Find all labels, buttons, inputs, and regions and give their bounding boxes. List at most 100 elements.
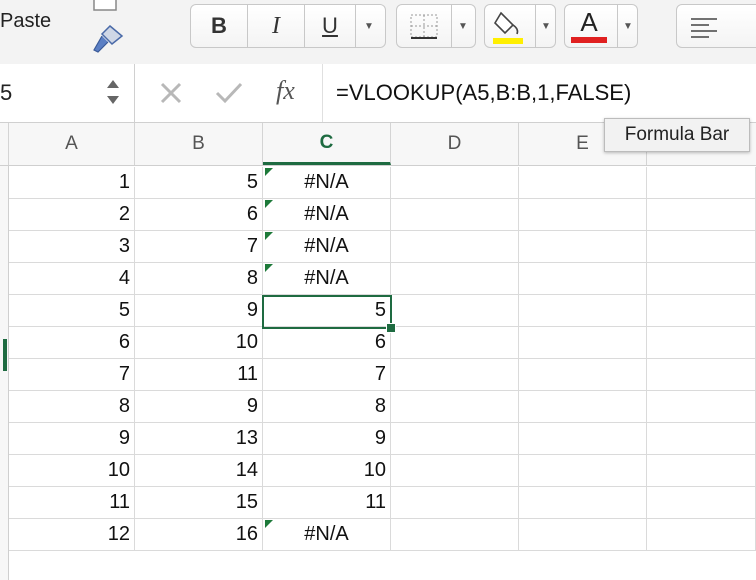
cell-d12[interactable] — [391, 519, 519, 551]
cancel-icon[interactable] — [158, 80, 184, 106]
cell-b2[interactable]: 6 — [135, 199, 263, 231]
cell-d10[interactable] — [391, 455, 519, 487]
cell-c5[interactable]: 5 — [263, 295, 391, 327]
cell-e11[interactable] — [519, 487, 647, 519]
cell-e3[interactable] — [519, 231, 647, 263]
cell-e5[interactable] — [519, 295, 647, 327]
cell-b11[interactable]: 15 — [135, 487, 263, 519]
error-indicator-icon[interactable] — [265, 200, 273, 208]
cell-a4[interactable]: 4 — [9, 263, 135, 295]
cell-a1[interactable]: 1 — [9, 167, 135, 199]
cell-f1[interactable] — [647, 167, 756, 199]
cell-e10[interactable] — [519, 455, 647, 487]
cell-a2[interactable]: 2 — [9, 199, 135, 231]
fill-color-dropdown-icon[interactable]: ▼ — [536, 5, 556, 47]
cell-d7[interactable] — [391, 359, 519, 391]
error-indicator-icon[interactable] — [265, 264, 273, 272]
cell-a6[interactable]: 6 — [9, 327, 135, 359]
clipboard-icon[interactable] — [92, 0, 126, 14]
cell-a3[interactable]: 3 — [9, 231, 135, 263]
cell-f10[interactable] — [647, 455, 756, 487]
cell-e8[interactable] — [519, 391, 647, 423]
cell-f8[interactable] — [647, 391, 756, 423]
cell-f3[interactable] — [647, 231, 756, 263]
error-indicator-icon[interactable] — [265, 232, 273, 240]
cell-d5[interactable] — [391, 295, 519, 327]
cell-f9[interactable] — [647, 423, 756, 455]
align-left-icon[interactable] — [689, 15, 719, 39]
cell-a5[interactable]: 5 — [9, 295, 135, 327]
cell-a10[interactable]: 10 — [9, 455, 135, 487]
font-color-dropdown-icon[interactable]: ▼ — [618, 5, 638, 47]
column-header-a[interactable]: A — [9, 123, 135, 165]
row-header-strip[interactable] — [0, 166, 9, 580]
font-color-button[interactable]: A — [569, 5, 609, 47]
error-indicator-icon[interactable] — [265, 520, 273, 528]
cell-a9[interactable]: 9 — [9, 423, 135, 455]
paste-button[interactable]: Paste — [0, 10, 51, 33]
cell-e6[interactable] — [519, 327, 647, 359]
cell-e7[interactable] — [519, 359, 647, 391]
cell-b5[interactable]: 9 — [135, 295, 263, 327]
cell-e12[interactable] — [519, 519, 647, 551]
cell-c12[interactable]: #N/A — [263, 519, 391, 551]
cell-a11[interactable]: 11 — [9, 487, 135, 519]
cell-f7[interactable] — [647, 359, 756, 391]
cell-c3[interactable]: #N/A — [263, 231, 391, 263]
cell-f11[interactable] — [647, 487, 756, 519]
cell-d3[interactable] — [391, 231, 519, 263]
cell-b7[interactable]: 11 — [135, 359, 263, 391]
name-box[interactable]: 5 — [0, 64, 135, 122]
cell-d2[interactable] — [391, 199, 519, 231]
cell-c1[interactable]: #N/A — [263, 167, 391, 199]
cell-d8[interactable] — [391, 391, 519, 423]
enter-check-icon[interactable] — [214, 80, 244, 106]
cell-b3[interactable]: 7 — [135, 231, 263, 263]
cell-e2[interactable] — [519, 199, 647, 231]
cell-c4[interactable]: #N/A — [263, 263, 391, 295]
cell-c9[interactable]: 9 — [263, 423, 391, 455]
cell-f2[interactable] — [647, 199, 756, 231]
fill-bucket-icon[interactable] — [491, 7, 525, 45]
cell-a12[interactable]: 12 — [9, 519, 135, 551]
cell-a8[interactable]: 8 — [9, 391, 135, 423]
cell-e4[interactable] — [519, 263, 647, 295]
borders-dropdown-icon[interactable]: ▼ — [453, 5, 473, 47]
cell-b9[interactable]: 13 — [135, 423, 263, 455]
row-header-corner[interactable] — [0, 123, 9, 165]
borders-icon[interactable] — [409, 13, 439, 41]
cell-b12[interactable]: 16 — [135, 519, 263, 551]
cell-b4[interactable]: 8 — [135, 263, 263, 295]
format-painter-icon[interactable] — [90, 24, 126, 54]
cell-f4[interactable] — [647, 263, 756, 295]
cell-f5[interactable] — [647, 295, 756, 327]
italic-button[interactable]: I — [248, 5, 304, 47]
formula-input[interactable]: =VLOOKUP(A5,B:B,1,FALSE) — [336, 80, 631, 106]
column-header-c[interactable]: C — [263, 123, 391, 165]
bold-button[interactable]: B — [191, 5, 247, 47]
cell-c8[interactable]: 8 — [263, 391, 391, 423]
cell-c2[interactable]: #N/A — [263, 199, 391, 231]
name-box-stepper-icon[interactable] — [104, 72, 122, 112]
column-header-b[interactable]: B — [135, 123, 263, 165]
cell-c10[interactable]: 10 — [263, 455, 391, 487]
error-indicator-icon[interactable] — [265, 168, 273, 176]
cell-d11[interactable] — [391, 487, 519, 519]
cell-a7[interactable]: 7 — [9, 359, 135, 391]
fill-handle[interactable] — [386, 323, 396, 333]
cell-f12[interactable] — [647, 519, 756, 551]
cell-d9[interactable] — [391, 423, 519, 455]
cell-d4[interactable] — [391, 263, 519, 295]
underline-button[interactable]: U — [305, 5, 355, 47]
cell-b6[interactable]: 10 — [135, 327, 263, 359]
insert-function-icon[interactable]: fx — [276, 76, 295, 106]
cell-b10[interactable]: 14 — [135, 455, 263, 487]
cell-c7[interactable]: 7 — [263, 359, 391, 391]
cell-c6[interactable]: 6 — [263, 327, 391, 359]
cell-e1[interactable] — [519, 167, 647, 199]
cell-f6[interactable] — [647, 327, 756, 359]
cell-b8[interactable]: 9 — [135, 391, 263, 423]
cell-c11[interactable]: 11 — [263, 487, 391, 519]
cell-d6[interactable] — [391, 327, 519, 359]
cell-e9[interactable] — [519, 423, 647, 455]
